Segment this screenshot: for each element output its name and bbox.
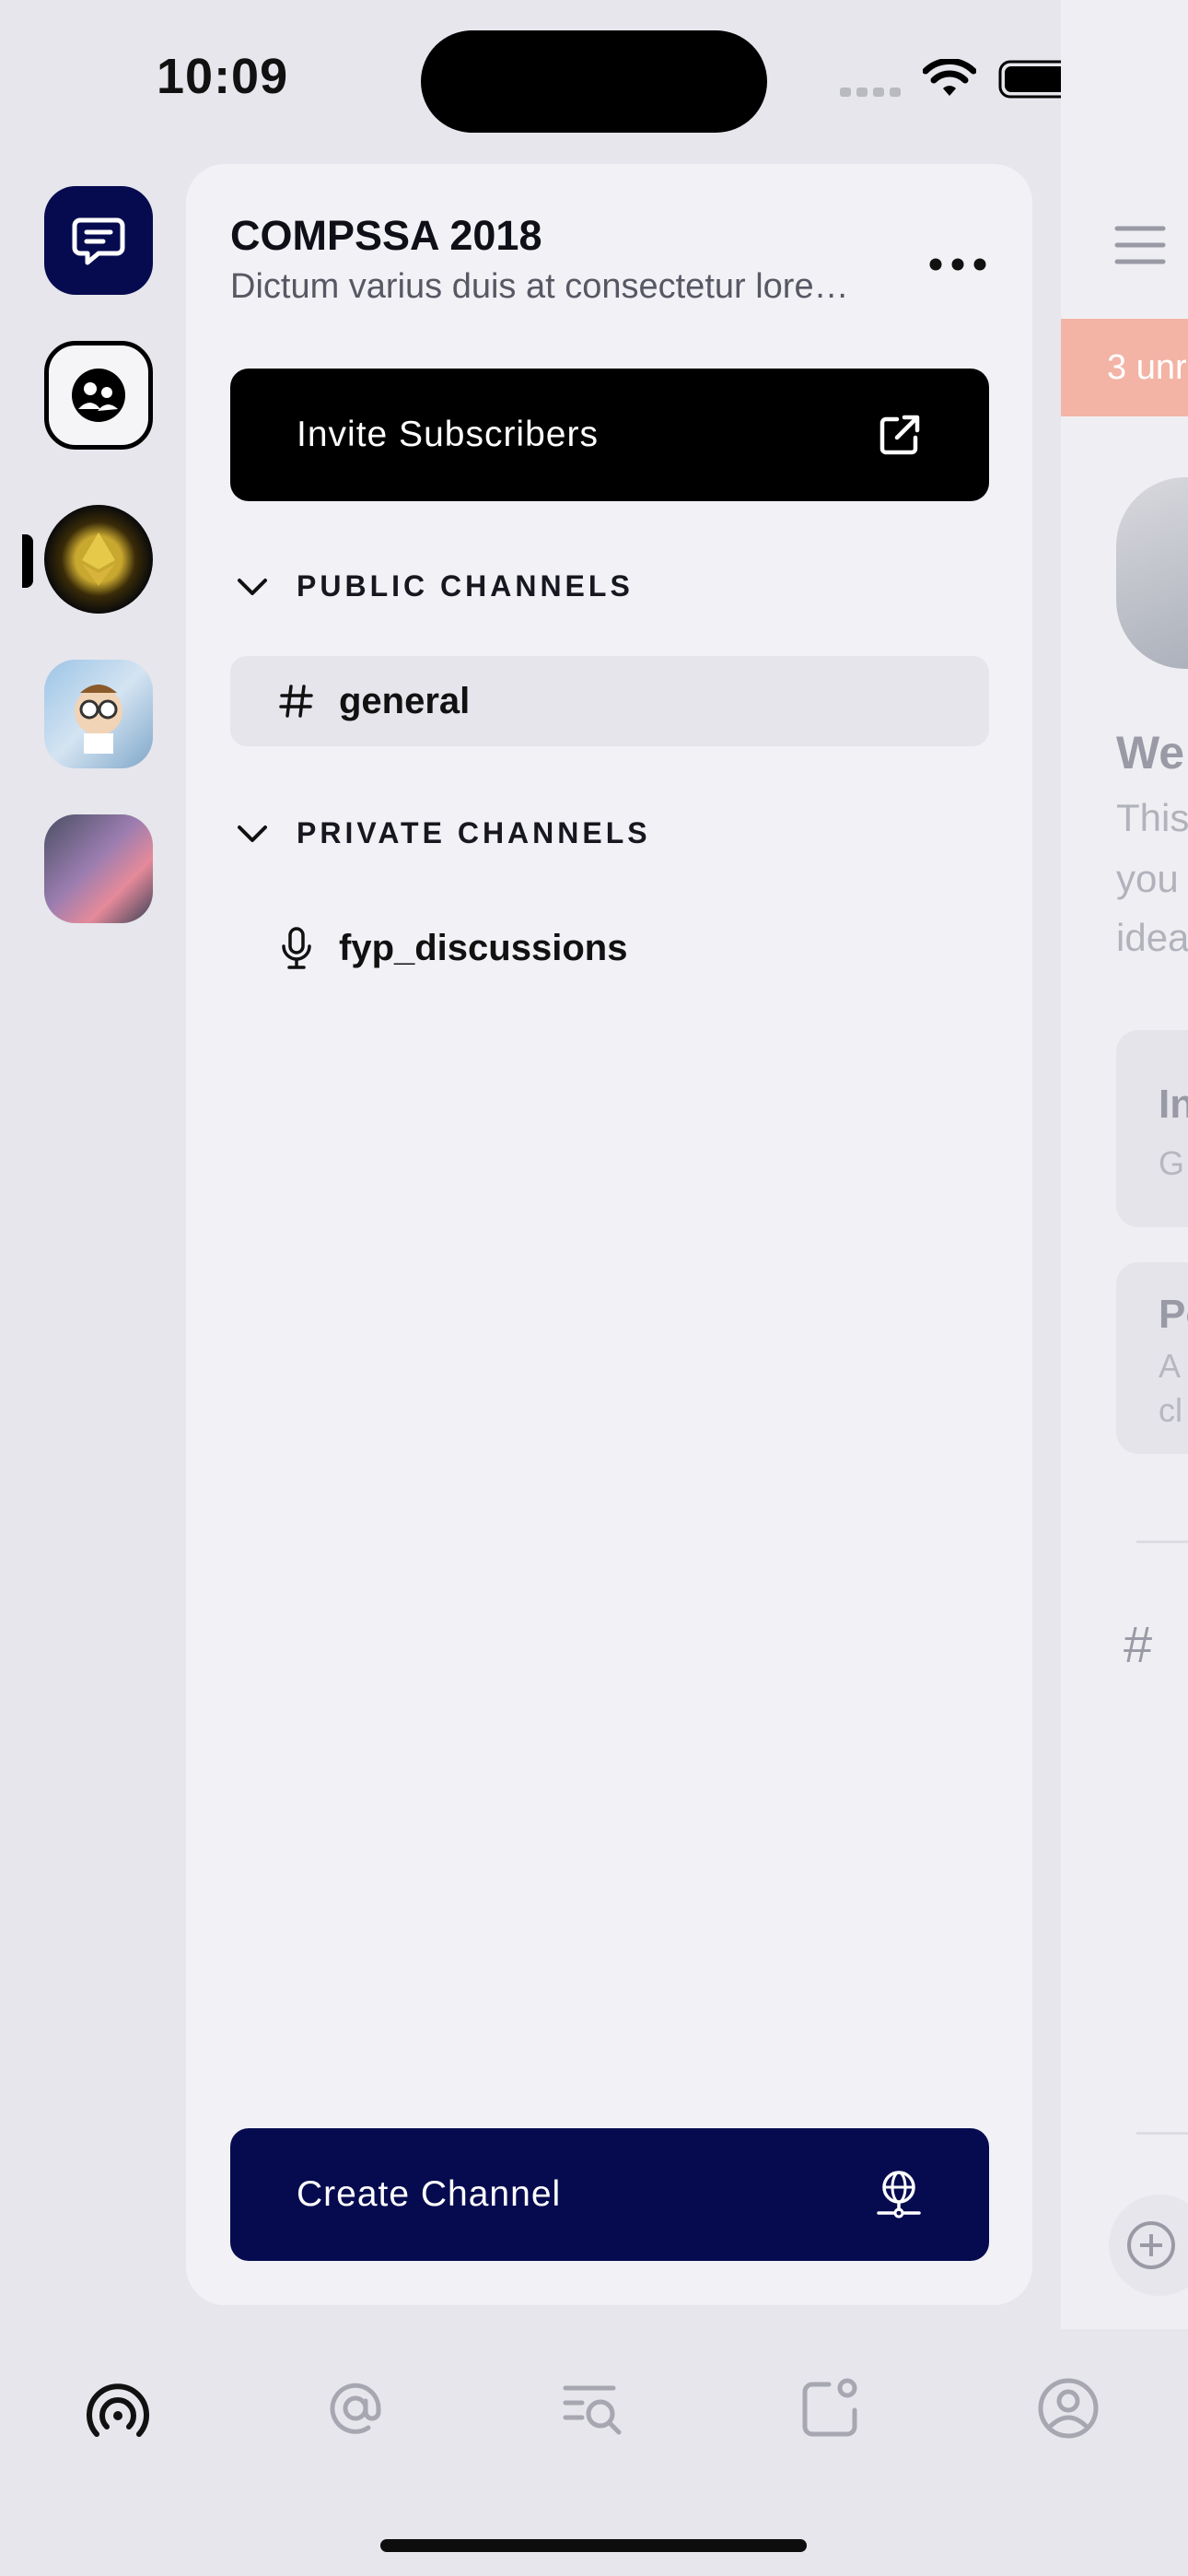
welcome-illustration xyxy=(1116,477,1188,669)
hamburger-menu-icon[interactable] xyxy=(1114,225,1166,270)
plus-circle-icon xyxy=(1127,2221,1175,2269)
tab-search[interactable] xyxy=(560,2375,626,2441)
unread-banner[interactable]: 3 unr xyxy=(1061,319,1188,416)
notification-icon xyxy=(802,2378,857,2437)
ethereum-logo-icon xyxy=(82,533,115,586)
broadcast-icon xyxy=(87,2383,149,2437)
section-header-public[interactable]: PUBLIC CHANNELS xyxy=(236,569,634,603)
section-title: PRIVATE CHANNELS xyxy=(297,816,651,849)
channel-name: fyp_discussions xyxy=(339,927,628,968)
more-dots-icon xyxy=(929,258,986,271)
divider xyxy=(1136,1540,1188,1543)
section-title: PUBLIC CHANNELS xyxy=(297,569,634,603)
add-attachment-button[interactable] xyxy=(1109,2195,1188,2296)
create-channel-label: Create Channel xyxy=(297,2174,562,2214)
direct-messages-button[interactable] xyxy=(44,186,153,295)
server-description: Dictum varius duis at consectetur lorem … xyxy=(230,267,875,306)
microphone-icon xyxy=(282,927,311,969)
tab-profile[interactable] xyxy=(1035,2375,1101,2441)
cartoon-avatar-icon xyxy=(75,685,122,754)
invite-subscribers-label: Invite Subscribers xyxy=(297,415,599,454)
tab-home[interactable] xyxy=(85,2375,151,2441)
channel-item-fyp-discussions[interactable]: fyp_discussions xyxy=(230,903,989,993)
welcome-line: you xyxy=(1116,857,1179,900)
chevron-down-icon xyxy=(238,578,267,595)
wifi-icon xyxy=(922,57,977,104)
external-link-icon xyxy=(879,415,920,455)
hash-icon xyxy=(279,685,313,718)
network-globe-icon xyxy=(877,2171,921,2219)
more-options-button[interactable] xyxy=(926,241,990,287)
active-server-indicator xyxy=(22,534,33,588)
tab-notifications[interactable] xyxy=(798,2375,864,2441)
background-channel-screen: 3 unr We This you idea In G Po A cl # xyxy=(1061,0,1188,2329)
server-avatar-ethereum[interactable] xyxy=(44,505,153,614)
welcome-line: This xyxy=(1116,796,1188,839)
server-avatar-laptop[interactable] xyxy=(44,814,153,923)
onboarding-card[interactable]: Po A cl xyxy=(1116,1262,1188,1454)
tab-mentions[interactable] xyxy=(322,2375,389,2441)
at-sign-icon xyxy=(330,2383,381,2434)
onboarding-card[interactable]: In G xyxy=(1116,1030,1188,1227)
divider xyxy=(1136,2132,1188,2135)
chat-icon xyxy=(72,217,125,265)
welcome-line: idea xyxy=(1116,916,1188,959)
welcome-title: We xyxy=(1116,727,1185,779)
hash-icon: # xyxy=(1124,1615,1153,1673)
create-channel-button[interactable]: Create Channel xyxy=(230,2128,989,2261)
user-circle-icon xyxy=(1038,2378,1099,2439)
server-title: COMPSSA 2018 xyxy=(230,212,542,259)
invite-subscribers-button[interactable]: Invite Subscribers xyxy=(230,369,989,501)
home-indicator[interactable] xyxy=(380,2539,807,2552)
communities-button[interactable] xyxy=(44,341,153,450)
signal-icon xyxy=(840,86,904,103)
channel-name: general xyxy=(339,680,471,721)
channel-item-general[interactable]: general xyxy=(230,656,989,746)
dynamic-island xyxy=(421,30,767,133)
status-time: 10:09 xyxy=(157,49,289,104)
list-search-icon xyxy=(563,2385,622,2435)
chevron-down-icon xyxy=(238,825,267,842)
section-header-private[interactable]: PRIVATE CHANNELS xyxy=(236,816,651,850)
server-avatar-cartoon[interactable] xyxy=(44,660,153,768)
community-icon xyxy=(72,369,125,422)
